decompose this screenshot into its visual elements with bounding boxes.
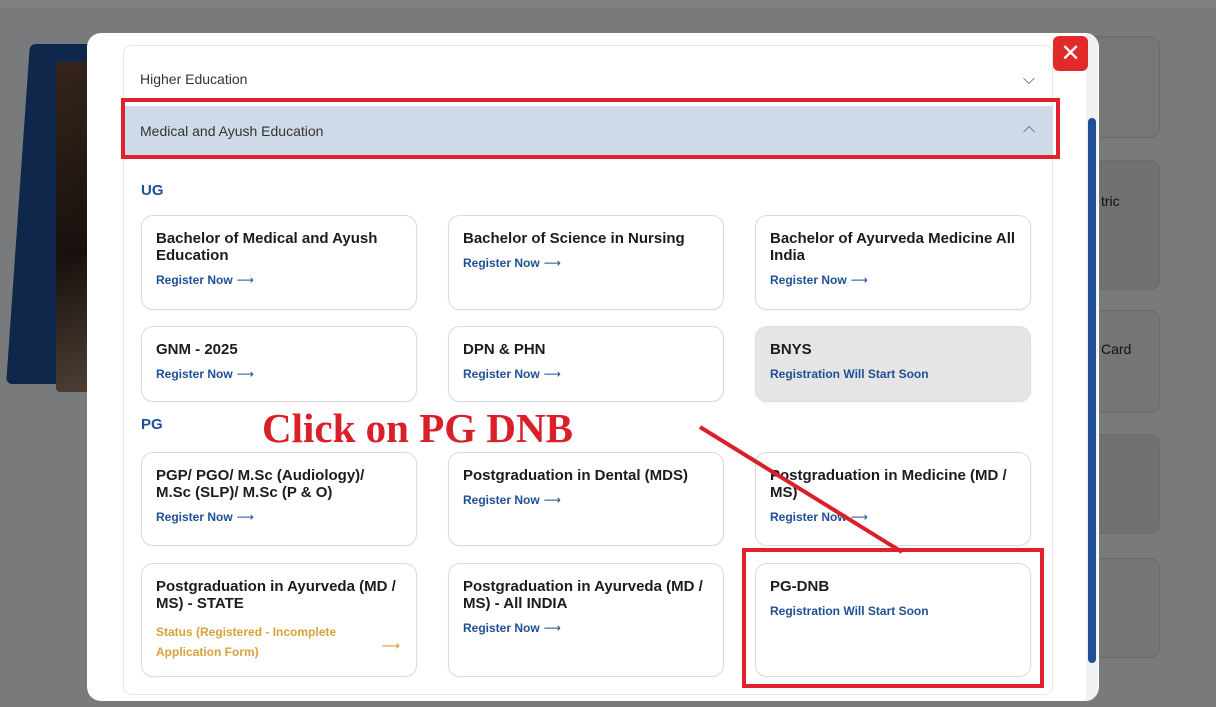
close-button[interactable]: ✕	[1053, 36, 1088, 71]
chevron-up-icon: ⌵	[1022, 122, 1035, 141]
accordion-label: Higher Education	[140, 70, 248, 87]
arrow-right-icon: ⟶	[236, 273, 254, 287]
modal-scrollbar-thumb[interactable]	[1088, 118, 1096, 663]
course-card-pg-ayurveda-all-india: Postgraduation in Ayurveda (MD / MS) - A…	[448, 563, 724, 677]
section-label-ug: UG	[141, 182, 164, 199]
close-icon: ✕	[1060, 39, 1081, 67]
course-card-bsc-nursing: Bachelor of Science in Nursing Register …	[448, 215, 724, 310]
accordion-medical-ayush-education[interactable]: Medical and Ayush Education ⌵	[123, 106, 1053, 156]
course-title: GNM - 2025	[156, 341, 238, 358]
register-now-link[interactable]: Register Now ⟶	[156, 273, 254, 287]
accordion-label: Medical and Ayush Education	[140, 123, 324, 139]
course-title: PG-DNB	[770, 578, 830, 595]
course-card-pg-dnb[interactable]: PG-DNB Registration Will Start Soon	[755, 563, 1031, 677]
register-now-link[interactable]: Register Now ⟶	[770, 510, 868, 524]
arrow-right-icon: ⟶	[850, 273, 868, 287]
course-card-bnys: BNYS Registration Will Start Soon	[755, 326, 1031, 402]
course-card-pg-ayurveda-state: Postgraduation in Ayurveda (MD / MS) - S…	[141, 563, 417, 677]
arrow-right-icon: ⟶	[543, 493, 561, 507]
section-label-pg: PG	[141, 416, 163, 433]
arrow-right-icon: ⟶	[236, 510, 254, 524]
course-title: DPN & PHN	[463, 341, 546, 358]
registration-soon-label: Registration Will Start Soon	[770, 604, 929, 618]
course-card-dpn-phn: DPN & PHN Register Now ⟶	[448, 326, 724, 402]
course-title: Postgraduation in Ayurveda (MD / MS) - S…	[156, 578, 396, 612]
course-title: BNYS	[770, 341, 812, 358]
course-title: Bachelor of Ayurveda Medicine All India	[770, 230, 1016, 264]
accordion-higher-education[interactable]: Higher Education ⌵	[123, 56, 1053, 102]
course-title: Postgraduation in Dental (MDS)	[463, 467, 688, 484]
course-card-gnm: GNM - 2025 Register Now ⟶	[141, 326, 417, 402]
chevron-down-icon: ⌵	[1022, 68, 1035, 88]
arrow-right-icon: ⟶	[543, 256, 561, 270]
register-now-link[interactable]: Register Now ⟶	[156, 367, 254, 381]
arrow-right-icon: ⟶	[543, 367, 561, 381]
course-card-bachelor-ayurveda: Bachelor of Ayurveda Medicine All India …	[755, 215, 1031, 310]
course-title: Bachelor of Science in Nursing	[463, 230, 685, 247]
register-now-link[interactable]: Register Now ⟶	[463, 256, 561, 270]
arrow-right-icon: ⟶	[543, 621, 561, 635]
register-now-link[interactable]: Register Now ⟶	[463, 493, 561, 507]
register-now-link[interactable]: Register Now ⟶	[463, 367, 561, 381]
course-card-pg-medicine-md-ms: Postgraduation in Medicine (MD / MS) Reg…	[755, 452, 1031, 546]
application-status-link[interactable]: Status (Registered - Incomplete Applicat…	[156, 622, 356, 662]
course-title: Postgraduation in Medicine (MD / MS)	[770, 467, 1007, 501]
arrow-right-icon: ⟶	[850, 510, 868, 524]
annotation-text: Click on PG DNB	[262, 405, 573, 451]
registration-soon-label: Registration Will Start Soon	[770, 367, 929, 381]
arrow-right-icon: ⟶	[236, 367, 254, 381]
register-now-link[interactable]: Register Now ⟶	[463, 621, 561, 635]
course-card-pg-dental-mds: Postgraduation in Dental (MDS) Register …	[448, 452, 724, 546]
course-card-bachelor-medical-ayush: Bachelor of Medical and Ayush Education …	[141, 215, 417, 310]
course-card-pgp-pgo-msc: PGP/ PGO/ M.Sc (Audiology)/ M.Sc (SLP)/ …	[141, 452, 417, 546]
arrow-right-icon[interactable]: ⟶	[381, 639, 400, 654]
course-title: Postgraduation in Ayurveda (MD / MS) - A…	[463, 578, 703, 612]
course-title: PGP/ PGO/ M.Sc (Audiology)/ M.Sc (SLP)/ …	[156, 467, 365, 501]
register-now-link[interactable]: Register Now ⟶	[156, 510, 254, 524]
course-title: Bachelor of Medical and Ayush Education	[156, 230, 378, 264]
register-now-link[interactable]: Register Now ⟶	[770, 273, 868, 287]
